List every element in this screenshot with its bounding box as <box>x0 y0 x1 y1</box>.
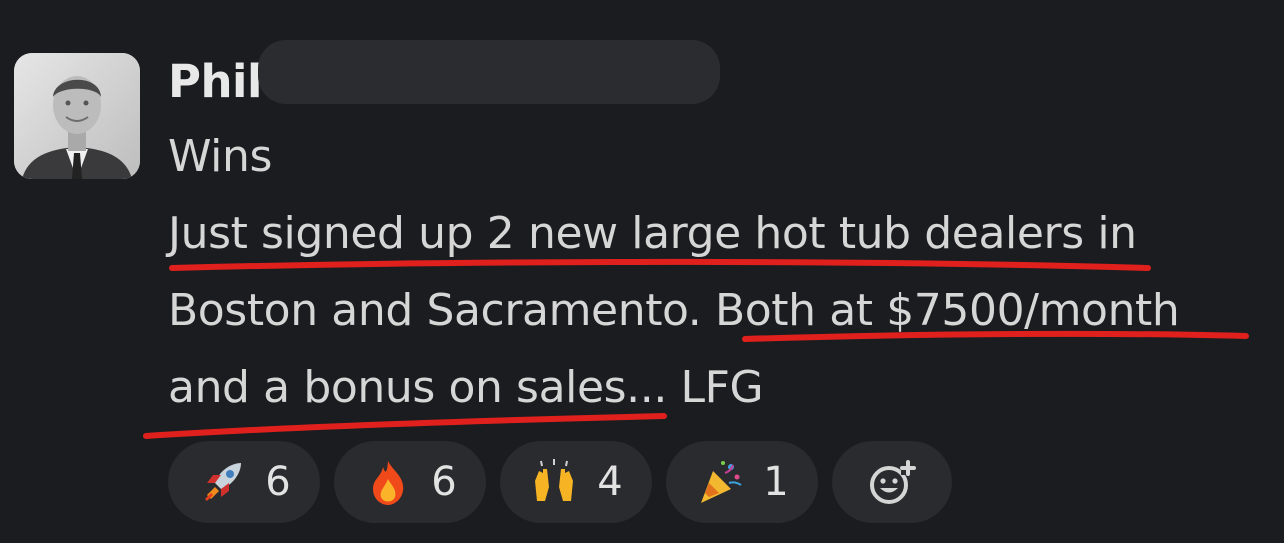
message-title: Wins <box>168 131 272 182</box>
reactions-bar: 6 6 4 1 <box>168 441 952 523</box>
reaction-party-popper[interactable]: 1 <box>666 441 818 523</box>
message: Phil Wins Just signed up 2 new large hot… <box>0 0 1284 543</box>
reaction-fire[interactable]: 6 <box>334 441 486 523</box>
reaction-count: 1 <box>763 459 789 505</box>
reaction-count: 6 <box>265 459 291 505</box>
reaction-rocket[interactable]: 6 <box>168 441 320 523</box>
add-emoji-icon <box>870 460 916 504</box>
message-line-2: Boston and Sacramento. Both at $7500/mon… <box>168 285 1180 336</box>
message-line-3: and a bonus on sales... LFG <box>168 362 764 413</box>
reaction-count: 4 <box>597 459 623 505</box>
raised-hands-icon <box>535 459 574 501</box>
fire-icon <box>373 461 404 505</box>
add-reaction-button[interactable] <box>832 441 952 523</box>
redaction-bar <box>258 40 720 104</box>
party-popper-icon <box>701 461 742 503</box>
message-line-1: Just signed up 2 new large hot tub deale… <box>168 208 1137 259</box>
rocket-icon <box>205 463 242 501</box>
avatar[interactable] <box>14 53 140 179</box>
reaction-count: 6 <box>431 459 457 505</box>
underline-3 <box>143 413 667 439</box>
author-name[interactable]: Phil <box>168 54 262 110</box>
underline-1 <box>169 258 1151 271</box>
reaction-raised-hands[interactable]: 4 <box>500 441 652 523</box>
avatar-photo <box>14 53 140 179</box>
